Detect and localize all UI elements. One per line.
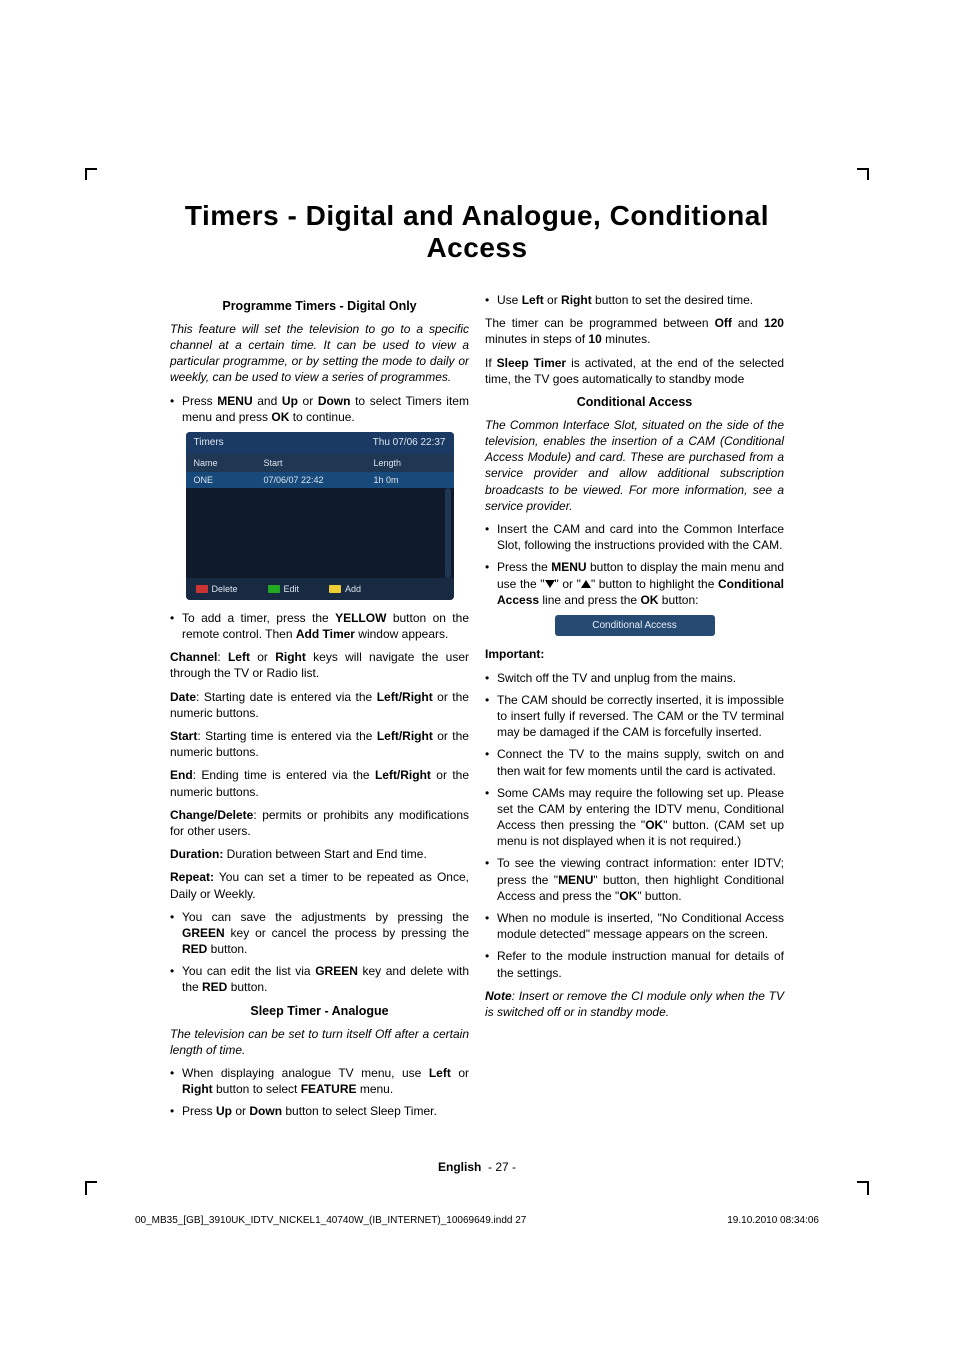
two-column-layout: Programme Timers - Digital Only This fea… [170,292,784,1126]
indd-filename: 00_MB35_[GB]_3910UK_IDTV_NICKEL1_40740W_… [135,1215,526,1226]
conditional-access-osd-bar: Conditional Access [555,615,715,637]
page-title: Timers - Digital and Analogue, Condition… [170,200,784,264]
section-heading-programme-timers: Programme Timers - Digital Only [170,298,469,315]
field-date: Date: Starting date is entered via the L… [170,689,469,721]
field-start: Start: Starting time is entered via the … [170,728,469,760]
important-item-5: To see the viewing contract information:… [485,855,784,904]
instruction-save-cancel: You can save the adjustments by pressing… [170,909,469,958]
right-column: Use Left or Right button to set the desi… [485,292,784,1126]
section-heading-conditional-access: Conditional Access [485,394,784,411]
timers-osd-header: Name Start Length [186,454,454,472]
print-timestamp: 19.10.2010 08:34:06 [727,1215,819,1226]
green-button-icon [268,585,280,593]
ci-note: Note: Insert or remove the CI module onl… [485,988,784,1020]
ca-instruction-menu: Press the MENU button to display the mai… [485,559,784,608]
field-repeat: Repeat: You can set a timer to be repeat… [170,869,469,901]
important-label: Important: [485,646,784,662]
page-footer-center: English - 27 - [170,1160,784,1174]
timers-osd-row: ONE 07/06/07 22:42 1h 0m [186,472,454,488]
yellow-button-icon [329,585,341,593]
ca-instruction-insert: Insert the CAM and card into the Common … [485,521,784,553]
sleep-timer-activated: If Sleep Timer is activated, at the end … [485,355,784,387]
sleep-instruction-1: When displaying analogue TV menu, use Le… [170,1065,469,1097]
programme-timers-intro: This feature will set the television to … [170,321,469,386]
down-arrow-icon [545,580,555,588]
field-duration: Duration: Duration between Start and End… [170,846,469,862]
field-end: End: Ending time is entered via the Left… [170,767,469,799]
timers-osd-clock: Thu 07/06 22:37 [373,436,446,450]
conditional-access-intro: The Common Interface Slot, situated on t… [485,417,784,514]
instruction-press-menu: Press MENU and Up or Down to select Time… [170,393,469,425]
important-item-6: When no module is inserted, "No Conditio… [485,910,784,942]
print-footer: 00_MB35_[GB]_3910UK_IDTV_NICKEL1_40740W_… [135,1215,819,1226]
sleep-instruction-3: Use Left or Right button to set the desi… [485,292,784,308]
sleep-timer-intro: The television can be set to turn itself… [170,1026,469,1058]
instruction-edit-delete: You can edit the list via GREEN key and … [170,963,469,995]
sleep-timer-range: The timer can be programmed between Off … [485,315,784,347]
field-change-delete: Change/Delete: permits or prohibits any … [170,807,469,839]
field-channel: Channel: Left or Right keys will navigat… [170,649,469,681]
important-item-1: Switch off the TV and unplug from the ma… [485,670,784,686]
up-arrow-icon [581,580,591,588]
instruction-add-timer: To add a timer, press the YELLOW button … [170,610,469,642]
timers-osd-footer: Delete Edit Add [186,578,454,600]
section-heading-sleep-timer: Sleep Timer - Analogue [170,1003,469,1020]
important-item-2: The CAM should be correctly inserted, it… [485,692,784,741]
scrollbar-icon [445,488,451,578]
timers-osd-screenshot: Timers Thu 07/06 22:37 Name Start Length… [186,432,454,600]
timers-osd-title: Timers [194,436,224,450]
important-item-7: Refer to the module instruction manual f… [485,948,784,980]
sleep-instruction-2: Press Up or Down button to select Sleep … [170,1103,469,1119]
left-column: Programme Timers - Digital Only This fea… [170,292,469,1126]
page-content: Timers - Digital and Analogue, Condition… [170,200,784,1126]
important-item-3: Connect the TV to the mains supply, swit… [485,746,784,778]
red-button-icon [196,585,208,593]
important-item-4: Some CAMs may require the following set … [485,785,784,850]
